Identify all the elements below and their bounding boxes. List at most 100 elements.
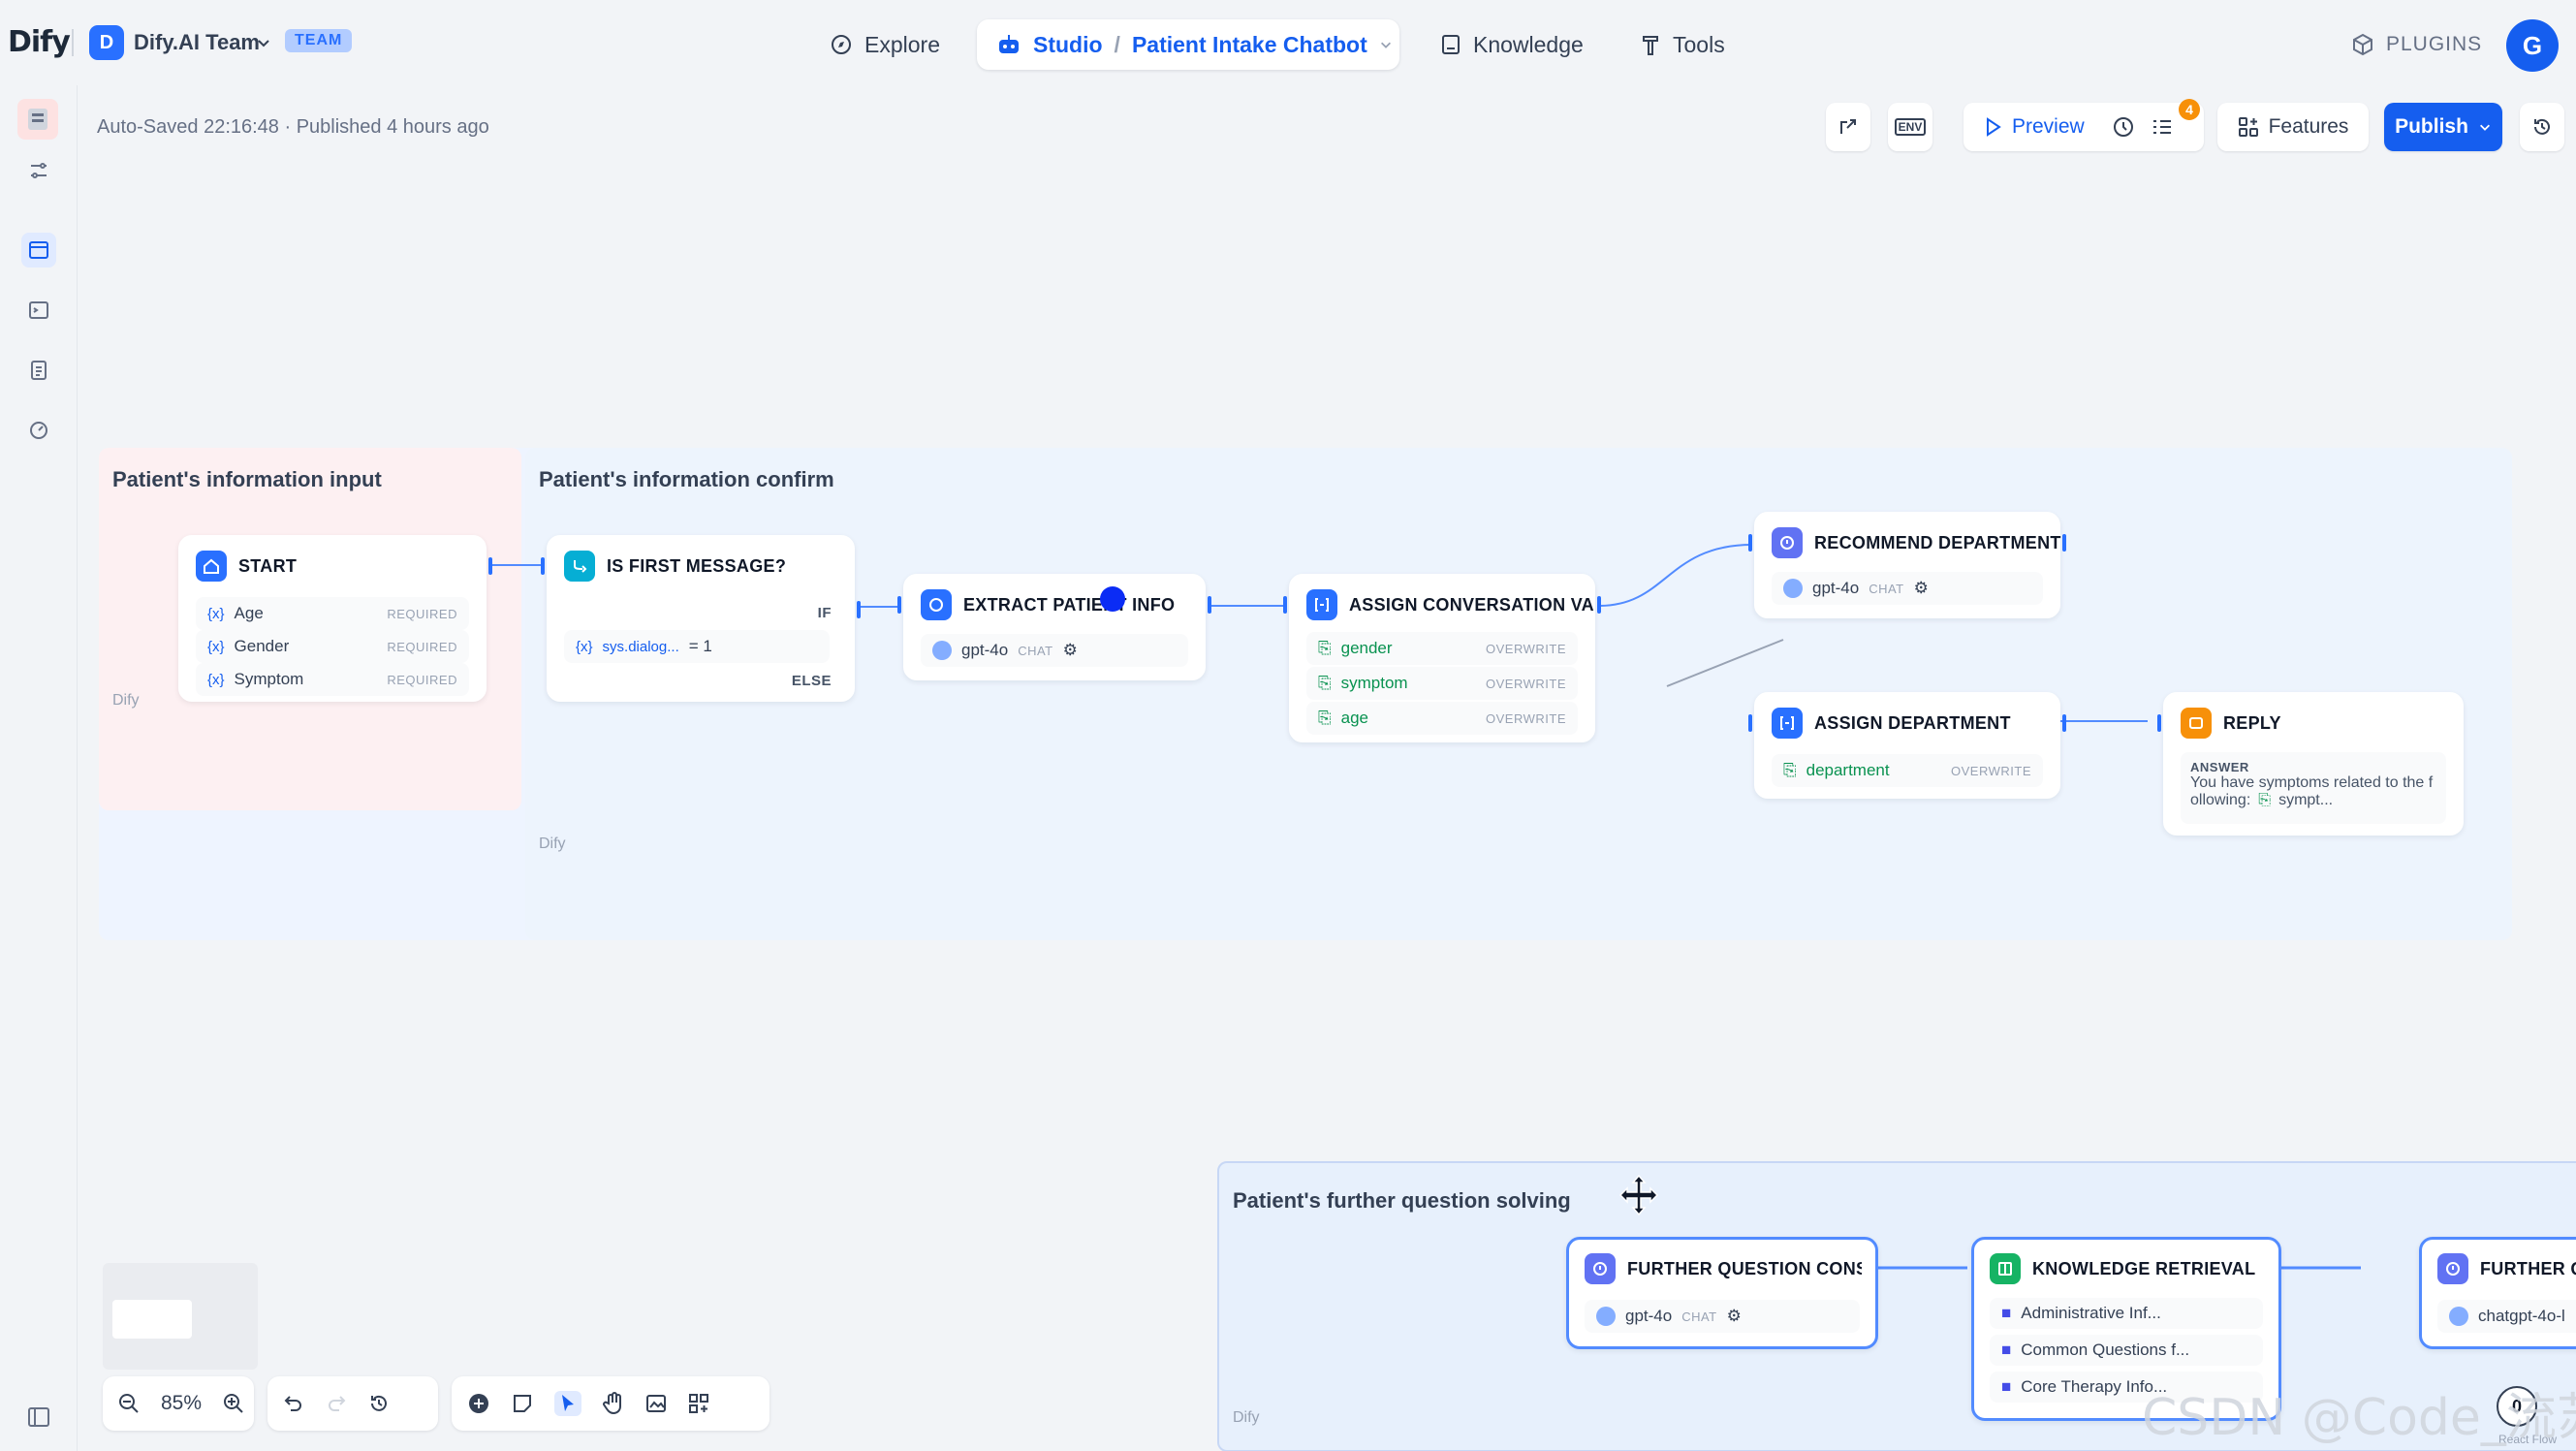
variable-icon: {x}	[207, 605, 225, 622]
compass-icon	[830, 33, 853, 56]
input-handle[interactable]	[2157, 714, 2161, 732]
var-tag: REQUIRED	[387, 672, 457, 687]
minimap-viewport	[112, 1300, 192, 1339]
orchestrate-icon[interactable]	[21, 233, 56, 268]
node-recommend-department[interactable]: RECOMMEND DEPARTMENT gpt-4o CHAT ⚙	[1748, 512, 2066, 618]
node-assign-conversation[interactable]: ASSIGN CONVERSATION VA ⎘ gender OVERWRIT…	[1283, 574, 1601, 742]
var-tag: OVERWRITE	[1486, 710, 1566, 726]
plugins-button[interactable]: PLUGINS	[2351, 25, 2482, 64]
hand-icon[interactable]	[603, 1392, 624, 1415]
chevron-down-icon[interactable]	[1379, 38, 1393, 51]
output-handle[interactable]	[2062, 534, 2066, 552]
undo-icon[interactable]	[283, 1393, 304, 1414]
answer-text: ollowing:	[2190, 792, 2251, 808]
node-header: FURTHER Q	[2437, 1253, 2576, 1284]
input-handle[interactable]	[1748, 534, 1752, 552]
cube-icon	[2351, 33, 2374, 56]
input-handle[interactable]	[1748, 714, 1752, 732]
node-title: FURTHER QUESTION CONSU	[1627, 1258, 1862, 1278]
node-header: START	[196, 551, 297, 582]
node-further-question-consult[interactable]: FURTHER QUESTION CONSU gpt-4o CHAT ⚙	[1566, 1237, 1878, 1349]
settings-icon: ⚙	[1062, 641, 1078, 659]
start-var-gender: {x} Gender REQUIRED	[196, 630, 469, 663]
if-label: IF	[817, 605, 832, 621]
zoom-out-icon[interactable]	[118, 1393, 140, 1414]
nav-studio[interactable]: Studio / Patient Intake Chatbot	[983, 25, 1406, 64]
model-name: chatgpt-4o-l	[2478, 1307, 2565, 1325]
robot-icon	[996, 33, 1021, 56]
assign-var-symptom: ⎘ symptom OVERWRITE	[1306, 667, 1578, 700]
node-extract-patient-info[interactable]: EXTRACT PATIENT INFO gpt-4o CHAT ⚙	[897, 574, 1211, 680]
app-icon[interactable]	[17, 99, 58, 140]
workspace-name[interactable]: Dify.AI Team	[134, 30, 260, 55]
node-header: EXTRACT PATIENT INFO	[921, 589, 1175, 620]
app-name[interactable]: Patient Intake Chatbot	[1132, 32, 1367, 58]
variable-icon: {x}	[207, 671, 225, 688]
if-handle[interactable]	[857, 601, 861, 618]
history-icon[interactable]	[368, 1393, 390, 1414]
assign-var-age: ⎘ age OVERWRITE	[1306, 702, 1578, 735]
node-header: ASSIGN DEPARTMENT	[1772, 708, 2011, 739]
user-avatar[interactable]: G	[2506, 19, 2559, 72]
terminal-icon[interactable]	[21, 293, 56, 328]
canvas-tools	[452, 1376, 770, 1431]
node-header: RECOMMEND DEPARTMENT	[1772, 527, 2061, 558]
node-reply[interactable]: REPLY ANSWER You have symptoms related t…	[2157, 692, 2464, 836]
nav-explore-label: Explore	[864, 31, 940, 57]
input-handle[interactable]	[897, 596, 901, 614]
monitoring-icon[interactable]	[21, 413, 56, 448]
node-if-first-message[interactable]: IS FIRST MESSAGE? IF {x} sys.dialog... =…	[541, 535, 861, 702]
node-assign-department[interactable]: ASSIGN DEPARTMENT ⎘ department OVERWRITE	[1748, 692, 2066, 799]
workflow-canvas[interactable]: Auto-Saved 22:16:48 · Published 4 hours …	[78, 85, 2576, 1451]
conversation-var-icon: ⎘	[1318, 709, 1332, 727]
settings-icon: ⚙	[1726, 1307, 1742, 1325]
history-controls	[267, 1376, 438, 1431]
logs-icon[interactable]	[21, 353, 56, 388]
llm-icon	[2437, 1253, 2468, 1284]
redo-icon[interactable]	[326, 1393, 347, 1414]
node-header: FURTHER QUESTION CONSU	[1585, 1253, 1862, 1284]
zoom-in-icon[interactable]	[223, 1393, 244, 1414]
nav-studio-label: Studio	[1033, 31, 1103, 57]
conversation-var-icon: ⎘	[1783, 761, 1797, 779]
conversation-var-icon: ⎘	[1318, 639, 1332, 657]
workspace-avatar[interactable]: D	[89, 25, 124, 60]
node-title: IS FIRST MESSAGE?	[607, 555, 787, 576]
nav-explore[interactable]: Explore	[816, 25, 954, 64]
cursor-dot	[1100, 586, 1125, 612]
nav-separator: /	[1114, 31, 1120, 57]
var-tag: REQUIRED	[387, 639, 457, 654]
input-handle[interactable]	[541, 557, 545, 575]
add-node-icon[interactable]	[467, 1392, 490, 1415]
output-handle[interactable]	[2062, 714, 2066, 732]
pointer-icon[interactable]	[554, 1391, 581, 1416]
node-further-question-2[interactable]: FURTHER Q chatgpt-4o-l	[2419, 1237, 2576, 1349]
organize-icon[interactable]	[688, 1393, 709, 1414]
model-mode: CHAT	[1018, 643, 1053, 658]
dify-logo[interactable]: Dify	[8, 25, 71, 59]
node-title: FURTHER Q	[2480, 1258, 2576, 1278]
nav-knowledge-label: Knowledge	[1473, 31, 1584, 57]
var-name: Age	[234, 604, 264, 622]
model-row: chatgpt-4o-l	[2437, 1300, 2576, 1333]
output-handle[interactable]	[1597, 596, 1601, 614]
add-note-icon[interactable]	[512, 1393, 533, 1414]
node-header: IS FIRST MESSAGE?	[564, 551, 786, 582]
condition-row: {x} sys.dialog... = 1	[564, 630, 830, 663]
input-handle[interactable]	[1283, 596, 1287, 614]
settings-sliders-icon[interactable]	[21, 153, 56, 188]
plugins-label: PLUGINS	[2386, 33, 2483, 55]
export-image-icon[interactable]	[645, 1393, 667, 1414]
node-start[interactable]: START {x} Age REQUIRED {x} Gender REQUIR…	[178, 535, 492, 702]
model-mode: CHAT	[1681, 1309, 1717, 1324]
minimap[interactable]	[103, 1263, 258, 1370]
nav-knowledge[interactable]: Knowledge	[1427, 25, 1597, 64]
output-handle[interactable]	[488, 557, 492, 575]
answer-icon	[2181, 708, 2212, 739]
nav-tools[interactable]: Tools	[1626, 25, 1739, 64]
chevron-down-icon[interactable]	[256, 35, 271, 50]
output-handle[interactable]	[1208, 596, 1211, 614]
home-icon	[196, 551, 227, 582]
collapse-sidebar-icon[interactable]	[21, 1400, 56, 1435]
zoom-level[interactable]: 85%	[161, 1392, 202, 1415]
